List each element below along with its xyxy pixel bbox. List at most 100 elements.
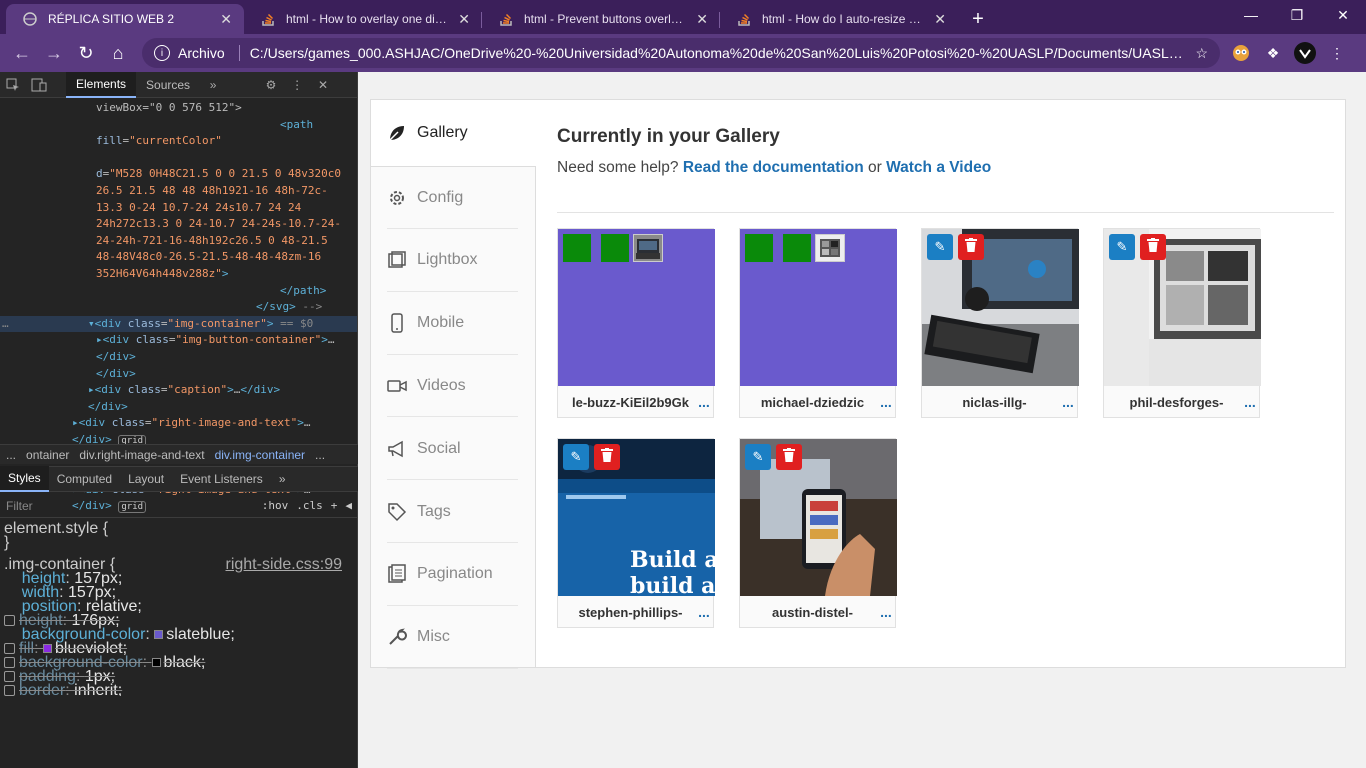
- style-tab-layout[interactable]: Layout: [120, 466, 172, 492]
- more-options-icon[interactable]: ...: [693, 394, 715, 410]
- green-button[interactable]: [745, 234, 773, 262]
- inspect-icon[interactable]: [0, 72, 26, 98]
- dom-node-line[interactable]: 24h272c13.3 0 24-10.7 24-24s-10.7-24-: [0, 216, 357, 233]
- more-options-icon[interactable]: ...: [1057, 394, 1079, 410]
- css-source-link[interactable]: right-side.css:99: [226, 557, 343, 573]
- breadcrumb-item[interactable]: ontainer: [26, 448, 69, 462]
- extension-icon[interactable]: [1230, 42, 1252, 64]
- breadcrumb-item[interactable]: ...: [6, 448, 16, 462]
- back-icon[interactable]: ←: [6, 37, 38, 69]
- css-line[interactable]: border: inherit;: [4, 683, 354, 696]
- dom-node-line[interactable]: … ▾<div class="img-container"> == $0: [0, 315, 357, 333]
- dom-node-line[interactable]: 26.5 21.5 48 48 48h1921-16 48h-72c-: [0, 183, 357, 200]
- style-tab-computed[interactable]: Computed: [49, 466, 120, 492]
- dom-node-line[interactable]: [0, 150, 357, 167]
- more-options-icon[interactable]: ...: [875, 394, 897, 410]
- dom-node-line[interactable]: ▸<div class="right-image-and-text">…: [0, 415, 357, 432]
- cls-toggle[interactable]: .cls: [296, 499, 323, 512]
- close-tab-icon[interactable]: ✕: [696, 11, 708, 28]
- color-swatch[interactable]: [154, 630, 164, 640]
- dom-node-line[interactable]: </div>: [0, 399, 357, 416]
- sidebar-item-social[interactable]: Social: [387, 418, 518, 481]
- dom-node-line[interactable]: 352H64V64h448v288z">: [0, 266, 357, 283]
- property-checkbox[interactable]: [4, 615, 15, 627]
- dom-node-line[interactable]: </svg> -->: [0, 299, 357, 316]
- breadcrumb-item[interactable]: div.right-image-and-text: [79, 448, 204, 462]
- devtools-menu-icon[interactable]: ⋮: [284, 72, 310, 98]
- style-tab-styles[interactable]: Styles: [0, 466, 49, 492]
- edit-button[interactable]: ✎: [563, 444, 589, 470]
- css-line[interactable]: element.style {: [4, 521, 354, 537]
- dom-node-line[interactable]: viewBox="0 0 576 512">: [0, 100, 357, 117]
- more-options-icon[interactable]: ...: [693, 604, 715, 620]
- home-icon[interactable]: ⌂: [102, 37, 134, 69]
- forward-icon[interactable]: →: [38, 37, 70, 69]
- more-options-icon[interactable]: ...: [875, 604, 897, 620]
- gallery-thumbnail[interactable]: [740, 229, 897, 386]
- documentation-link[interactable]: Read the documentation: [683, 159, 864, 176]
- close-window-icon[interactable]: ✕: [1320, 0, 1366, 30]
- puzzle-icon[interactable]: ❖: [1262, 42, 1284, 64]
- green-button[interactable]: [563, 234, 591, 262]
- dom-node-line[interactable]: ▸<div class="caption">…</div>: [0, 382, 357, 399]
- gallery-item[interactable]: le-buzz-KiEil2b9Gk...: [557, 228, 715, 418]
- styles-filter-input[interactable]: Filter: [6, 499, 254, 513]
- property-checkbox[interactable]: [4, 657, 15, 669]
- sidebar-item-gallery[interactable]: Gallery: [371, 100, 536, 167]
- dom-node-line[interactable]: <path: [0, 117, 357, 134]
- dom-node-line[interactable]: d="M528 0H48C21.5 0 0 21.5 0 48v320c0: [0, 166, 357, 183]
- green-button[interactable]: [601, 234, 629, 262]
- breadcrumb-item[interactable]: div.img-container: [215, 448, 305, 462]
- sidebar-item-tags[interactable]: Tags: [387, 481, 518, 543]
- gallery-item[interactable]: ✎ austin-distel-...: [739, 438, 897, 628]
- dom-node-line[interactable]: 13.3 0-24 10.7-24 24s10.7 24 24: [0, 200, 357, 217]
- sidebar-item-lightbox[interactable]: Lightbox: [387, 230, 518, 292]
- dom-node-line[interactable]: </path>: [0, 283, 357, 300]
- css-line[interactable]: }: [4, 535, 354, 551]
- color-swatch[interactable]: [151, 658, 161, 668]
- profile-avatar[interactable]: [1294, 42, 1316, 64]
- delete-button[interactable]: [594, 444, 620, 470]
- browser-tab[interactable]: RÉPLICA SITIO WEB 2 ✕: [6, 4, 244, 34]
- new-tab-button[interactable]: +: [962, 4, 994, 34]
- more-tabs-icon[interactable]: »: [200, 72, 226, 98]
- more-style-tabs-icon[interactable]: »: [271, 466, 294, 492]
- more-options-icon[interactable]: ...: [1239, 394, 1261, 410]
- dom-node-line[interactable]: 48-48V48c0-26.5-21.5-48-48-48zm-16: [0, 249, 357, 266]
- close-tab-icon[interactable]: ✕: [458, 11, 470, 28]
- close-tab-icon[interactable]: ✕: [220, 11, 232, 28]
- browser-tab[interactable]: html - How to overlay one div ov ✕: [244, 4, 482, 34]
- devtools-settings-icon[interactable]: ⚙: [258, 72, 284, 98]
- green-button[interactable]: [783, 234, 811, 262]
- property-checkbox[interactable]: [4, 671, 15, 683]
- style-tab-event-listeners[interactable]: Event Listeners: [172, 466, 271, 492]
- property-checkbox[interactable]: [4, 685, 15, 696]
- sidebar-item-mobile[interactable]: Mobile: [387, 293, 518, 355]
- video-link[interactable]: Watch a Video: [886, 159, 991, 176]
- sidebar-item-misc[interactable]: Misc: [387, 607, 518, 669]
- minimize-icon[interactable]: —: [1228, 0, 1274, 30]
- delete-button[interactable]: [776, 444, 802, 470]
- delete-button[interactable]: [1140, 234, 1166, 260]
- property-checkbox[interactable]: [4, 643, 15, 655]
- devtools-tab-sources[interactable]: Sources: [136, 72, 200, 98]
- delete-button[interactable]: [958, 234, 984, 260]
- info-icon[interactable]: i: [154, 45, 170, 61]
- gallery-item[interactable]: ✎ phil-desforges-...: [1103, 228, 1261, 418]
- browser-tab[interactable]: html - Prevent buttons overlappi ✕: [482, 4, 720, 34]
- gallery-item[interactable]: ✎ niclas-illg-...: [921, 228, 1079, 418]
- restore-icon[interactable]: ❐: [1274, 0, 1320, 30]
- styles-rules[interactable]: element.style {} .img-container {right-si…: [0, 520, 358, 696]
- sidebar-item-pagination[interactable]: Pagination: [387, 544, 518, 606]
- gallery-thumbnail[interactable]: ✎: [922, 229, 1079, 386]
- gallery-thumbnail[interactable]: Build a wbuild a n ✎: [558, 439, 715, 596]
- toggle-sidebar-icon[interactable]: ◀: [345, 499, 352, 512]
- new-rule-icon[interactable]: +: [331, 499, 338, 512]
- omnibox[interactable]: i Archivo C:/Users/games_000.ASHJAC/OneD…: [142, 38, 1220, 68]
- dom-node-line[interactable]: </div>: [0, 349, 357, 366]
- hov-toggle[interactable]: :hov: [262, 499, 289, 512]
- dom-node-line[interactable]: ▸<div class="img-button-container">…: [0, 332, 357, 349]
- sidebar-item-config[interactable]: Config: [387, 167, 518, 229]
- browser-tab[interactable]: html - How do I auto-resize an in ✕: [720, 4, 958, 34]
- breadcrumb-item[interactable]: ...: [315, 448, 325, 462]
